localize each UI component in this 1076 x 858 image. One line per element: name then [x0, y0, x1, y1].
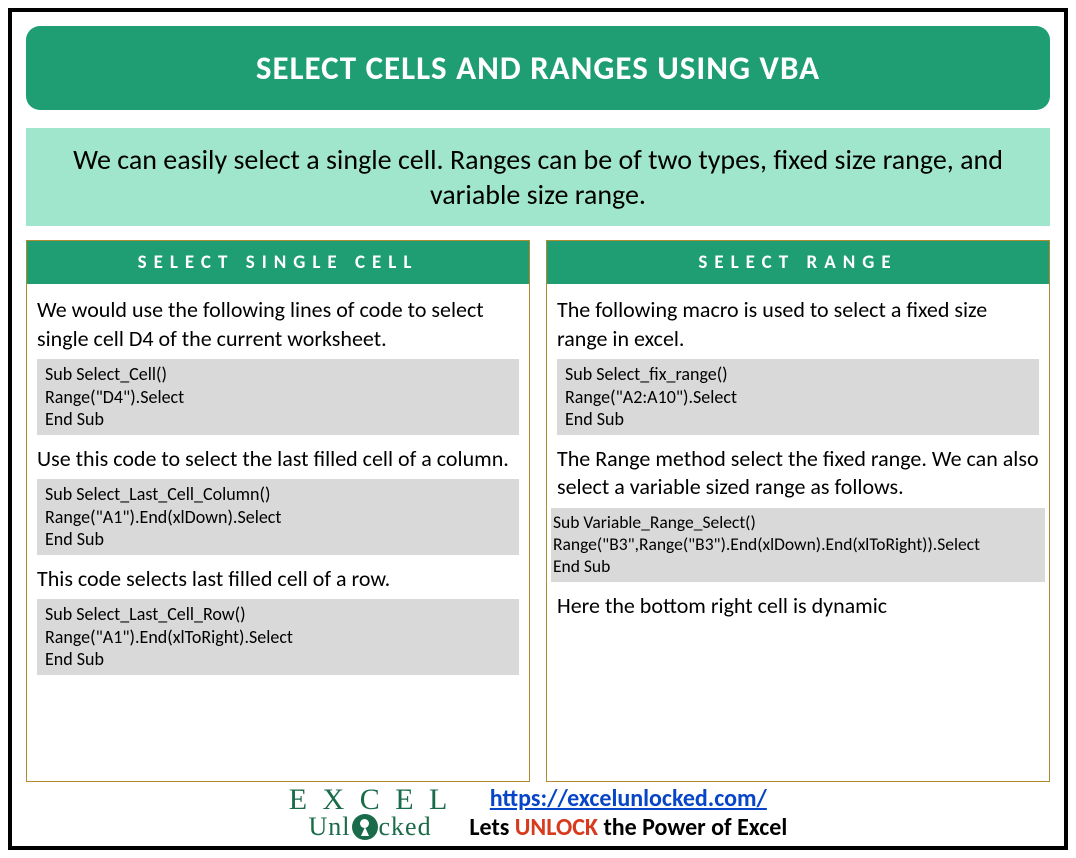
logo-text-top: E X C E L [289, 786, 452, 815]
left-column-header: SELECT SINGLE CELL [27, 241, 529, 284]
footer: E X C E L Unl cked https://excelunlocked… [26, 782, 1050, 842]
intro-text: We can easily select a single cell. Rang… [26, 128, 1050, 226]
left-code-3: Sub Select_Last_Cell_Row() Range("A1").E… [37, 599, 519, 675]
right-desc-3: Here the bottom right cell is dynamic [557, 592, 1039, 621]
tagline-pre: Lets [469, 813, 514, 842]
right-column: SELECT RANGE The following macro is used… [546, 240, 1050, 782]
left-code-2: Sub Select_Last_Cell_Column() Range("A1"… [37, 479, 519, 555]
left-desc-3: This code selects last filled cell of a … [37, 565, 519, 594]
tagline-post: the Power of Excel [598, 813, 787, 842]
footer-link[interactable]: https://excelunlocked.com/ [490, 784, 767, 813]
footer-tagline: Lets UNLOCK the Power of Excel [469, 813, 787, 842]
page-title: SELECT CELLS AND RANGES USING VBA [26, 26, 1050, 110]
document-frame: SELECT CELLS AND RANGES USING VBA We can… [8, 8, 1068, 850]
keyhole-icon [352, 814, 378, 840]
logo-text-bottom: Unl cked [309, 814, 432, 840]
tagline-highlight: UNLOCK [515, 813, 598, 842]
footer-text: https://excelunlocked.com/ Lets UNLOCK t… [469, 784, 787, 842]
right-desc-2: The Range method select the fixed range.… [557, 445, 1039, 502]
brand-logo: E X C E L Unl cked [289, 786, 452, 841]
right-column-body: The following macro is used to select a … [547, 284, 1049, 636]
right-column-header: SELECT RANGE [547, 241, 1049, 284]
right-desc-1: The following macro is used to select a … [557, 296, 1039, 353]
left-desc-1: We would use the following lines of code… [37, 296, 519, 353]
right-code-2: Sub Variable_Range_Select() Range("B3",R… [551, 508, 1045, 582]
logo-bottom-pre: Unl [309, 815, 351, 840]
logo-bottom-post: cked [379, 815, 432, 840]
columns-container: SELECT SINGLE CELL We would use the foll… [26, 240, 1050, 782]
left-column-body: We would use the following lines of code… [27, 284, 529, 695]
left-column: SELECT SINGLE CELL We would use the foll… [26, 240, 530, 782]
left-code-1: Sub Select_Cell() Range("D4").Select End… [37, 359, 519, 435]
left-desc-2: Use this code to select the last filled … [37, 445, 519, 474]
right-code-1: Sub Select_fix_range() Range("A2:A10").S… [557, 359, 1039, 435]
